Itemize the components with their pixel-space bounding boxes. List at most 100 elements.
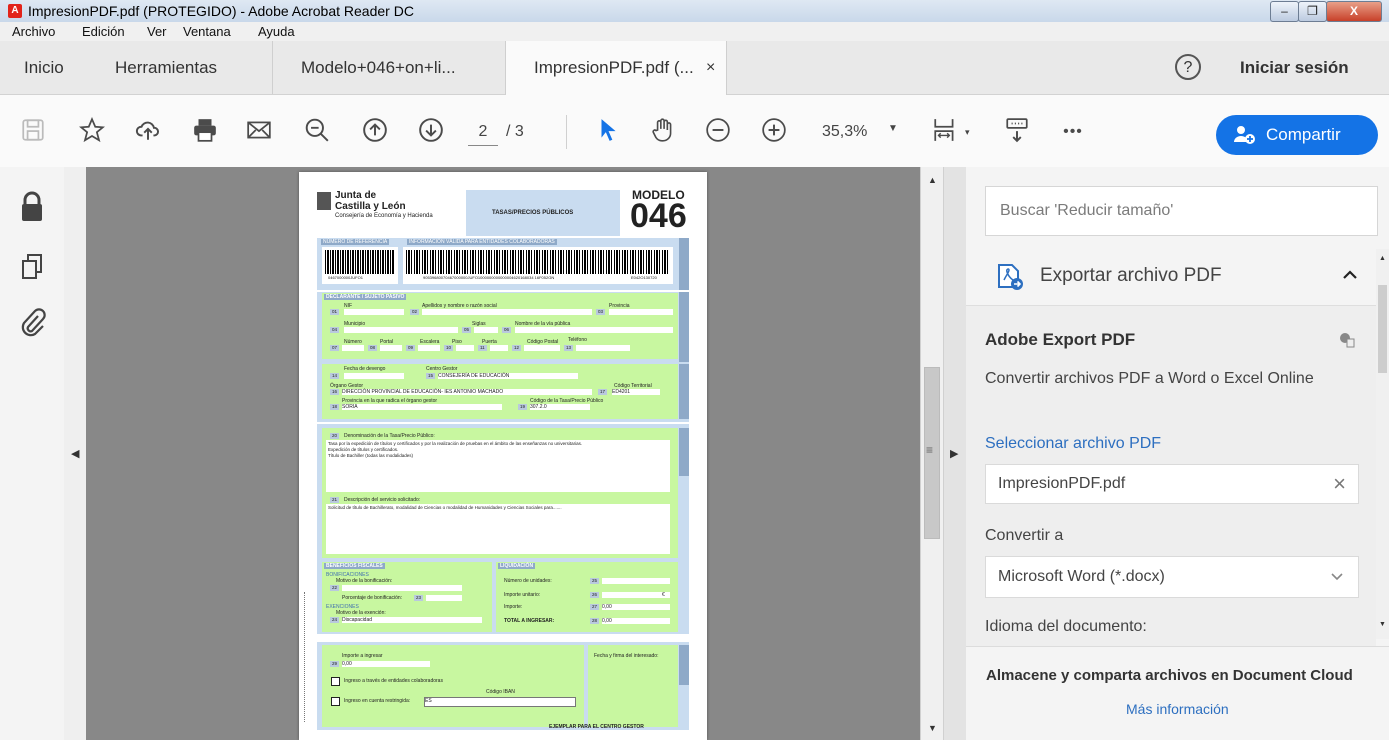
sign-in-link[interactable]: Iniciar sesión xyxy=(1240,41,1349,94)
zoom-level-select[interactable]: 35,3% xyxy=(822,119,867,145)
field-num: 29 xyxy=(330,661,340,667)
menu-ver[interactable]: Ver xyxy=(147,24,167,39)
fit-page-icon[interactable] xyxy=(930,117,960,147)
tab-herramientas[interactable]: Herramientas xyxy=(115,41,217,94)
next-page-icon[interactable] xyxy=(416,117,446,147)
zoom-chevron-down-icon[interactable]: ▼ xyxy=(888,123,898,134)
side-liq-bar xyxy=(679,428,689,476)
toolbar: 2 / 3 35,3% ▼ ▾ ••• Compartir xyxy=(0,95,1389,168)
splitter-grip-icon[interactable]: ≡ xyxy=(926,443,933,457)
cod-territorial-value: ED4201 xyxy=(612,389,660,395)
print-icon[interactable] xyxy=(190,117,220,147)
fit-chevron-down-icon[interactable]: ▾ xyxy=(965,127,970,138)
right-panel-splitter[interactable]: ≡ ▶ xyxy=(926,167,966,740)
via-field xyxy=(515,327,673,333)
pane-scroll-up-icon[interactable]: ▲ xyxy=(1379,255,1386,262)
side-datos-bar xyxy=(679,364,689,419)
previous-page-icon[interactable] xyxy=(360,117,390,147)
descripcion-field xyxy=(326,504,670,554)
iban-field: ES xyxy=(424,697,576,707)
save-icon[interactable] xyxy=(18,117,48,147)
firma-section: Fecha y firma del interesado: xyxy=(588,645,678,727)
subscription-info-icon[interactable] xyxy=(1339,332,1355,348)
cloud-upload-icon[interactable] xyxy=(133,117,163,147)
provincia-value: SORIA xyxy=(342,404,502,410)
panel-divider xyxy=(966,646,1389,647)
pane-scroll-down-icon[interactable]: ▼ xyxy=(1379,621,1386,628)
convert-description: Convertir archivos PDF a Word o Excel On… xyxy=(985,370,1314,387)
tab-inicio[interactable]: Inicio xyxy=(24,41,64,94)
attachment-paperclip-icon[interactable] xyxy=(20,307,46,342)
expand-left-arrow-icon[interactable]: ◀ xyxy=(71,447,79,460)
pane-scroll-thumb[interactable] xyxy=(1378,285,1387,373)
total-value: 0,00 xyxy=(602,618,670,624)
field-num: 12 xyxy=(512,345,522,351)
page-number-input[interactable]: 2 xyxy=(468,119,498,146)
field-num: 11 xyxy=(478,345,487,351)
selected-file-field[interactable]: ImpresionPDF.pdf × xyxy=(985,464,1359,504)
tab-close-icon[interactable]: × xyxy=(706,41,715,94)
scroll-mode-icon[interactable] xyxy=(1002,117,1032,147)
tools-search-input[interactable]: Buscar 'Reducir tamaño' xyxy=(985,186,1378,236)
porcentaje-label: Porcentaje de bonificación: xyxy=(342,595,403,601)
menu-edicion[interactable]: Edición xyxy=(82,24,125,39)
window-title: ImpresionPDF.pdf (PROTEGIDO) - Adobe Acr… xyxy=(28,3,414,19)
export-pdf-header[interactable]: Exportar archivo PDF xyxy=(966,249,1376,306)
menu-archivo[interactable]: Archivo xyxy=(12,24,55,39)
maximize-button[interactable]: ❐ xyxy=(1298,1,1327,22)
liquidacion-section: LIQUIDACIÓN Número de unidades: 25 Impor… xyxy=(496,562,678,632)
left-panel-toggle[interactable]: ◀ xyxy=(64,167,86,740)
email-icon[interactable] xyxy=(244,117,274,147)
tab-document-impresion[interactable]: ImpresionPDF.pdf (... × xyxy=(505,41,727,95)
field-num: 27 xyxy=(590,604,600,610)
collapse-chevron-up-icon[interactable] xyxy=(1342,267,1358,285)
share-button[interactable]: Compartir xyxy=(1216,115,1378,155)
tab-document-modelo[interactable]: Modelo+046+on+li... xyxy=(272,41,504,94)
field-num: 24 xyxy=(330,617,340,623)
pages-thumbnails-icon[interactable] xyxy=(20,253,44,286)
lock-icon[interactable] xyxy=(20,191,44,228)
export-pdf-icon xyxy=(996,263,1024,296)
tools-pane-scrollbar[interactable]: ▲ ▼ xyxy=(1376,249,1389,639)
menu-ventana[interactable]: Ventana xyxy=(183,24,231,39)
importe-unitario-field xyxy=(602,592,670,598)
clear-file-icon[interactable]: × xyxy=(1333,465,1346,503)
cp-field xyxy=(524,345,560,351)
hand-tool-icon[interactable] xyxy=(648,117,678,147)
pdf-page: Junta de Castilla y León Consejería de E… xyxy=(299,172,707,740)
close-window-button[interactable]: X xyxy=(1326,1,1382,22)
convert-format-select[interactable]: Microsoft Word (*.docx) xyxy=(985,556,1359,598)
page-total: / 3 xyxy=(506,123,524,140)
barcode-end: E042O130720 xyxy=(631,275,657,280)
zoom-out-search-icon[interactable] xyxy=(302,117,332,147)
apellidos-field xyxy=(422,309,592,315)
fecha-devengo-label: Fecha de devengo xyxy=(344,366,386,372)
scroll-down-arrow-icon[interactable]: ▼ xyxy=(928,723,937,733)
help-icon[interactable]: ? xyxy=(1175,54,1201,80)
export-pdf-body: Adobe Export PDF Convertir archivos PDF … xyxy=(966,306,1376,646)
more-info-link[interactable]: Más información xyxy=(1126,701,1229,717)
menu-ayuda[interactable]: Ayuda xyxy=(258,24,295,39)
header-box: TASAS/PRECIOS PÚBLICOS xyxy=(466,190,620,236)
codigo-tasa-value: 307.2.0 xyxy=(530,404,590,410)
liquidacion-label: LIQUIDACIÓN xyxy=(498,563,536,569)
document-cloud-text: Almacene y comparta archivos en Document… xyxy=(986,667,1353,684)
select-pdf-link[interactable]: Seleccionar archivo PDF xyxy=(985,435,1161,453)
minimize-button[interactable]: – xyxy=(1270,1,1299,22)
nif-field xyxy=(344,309,404,315)
declarante-label: DECLARANTE / SUJETO PASIVO xyxy=(324,294,407,300)
scroll-up-arrow-icon[interactable]: ▲ xyxy=(928,175,937,185)
ingreso-entidades-checkbox xyxy=(331,677,340,686)
beneficios-label: BENEFICIOS FISCALES xyxy=(324,563,385,569)
collapse-right-arrow-icon[interactable]: ▶ xyxy=(950,447,958,460)
zoom-in-icon[interactable] xyxy=(759,117,789,147)
more-tools-icon[interactable]: ••• xyxy=(1058,117,1088,147)
bookmark-star-icon[interactable] xyxy=(77,116,107,147)
field-num: 08 xyxy=(368,345,378,351)
telefono-field xyxy=(576,345,630,351)
title-bar: A ImpresionPDF.pdf (PROTEGIDO) - Adobe A… xyxy=(0,0,1389,22)
zoom-out-icon[interactable] xyxy=(703,117,733,147)
ejemplar-label: EJEMPLAR PARA EL CENTRO GESTOR xyxy=(549,724,644,730)
select-cursor-icon[interactable] xyxy=(593,117,623,147)
logo-line2: Castilla y León xyxy=(335,201,406,212)
